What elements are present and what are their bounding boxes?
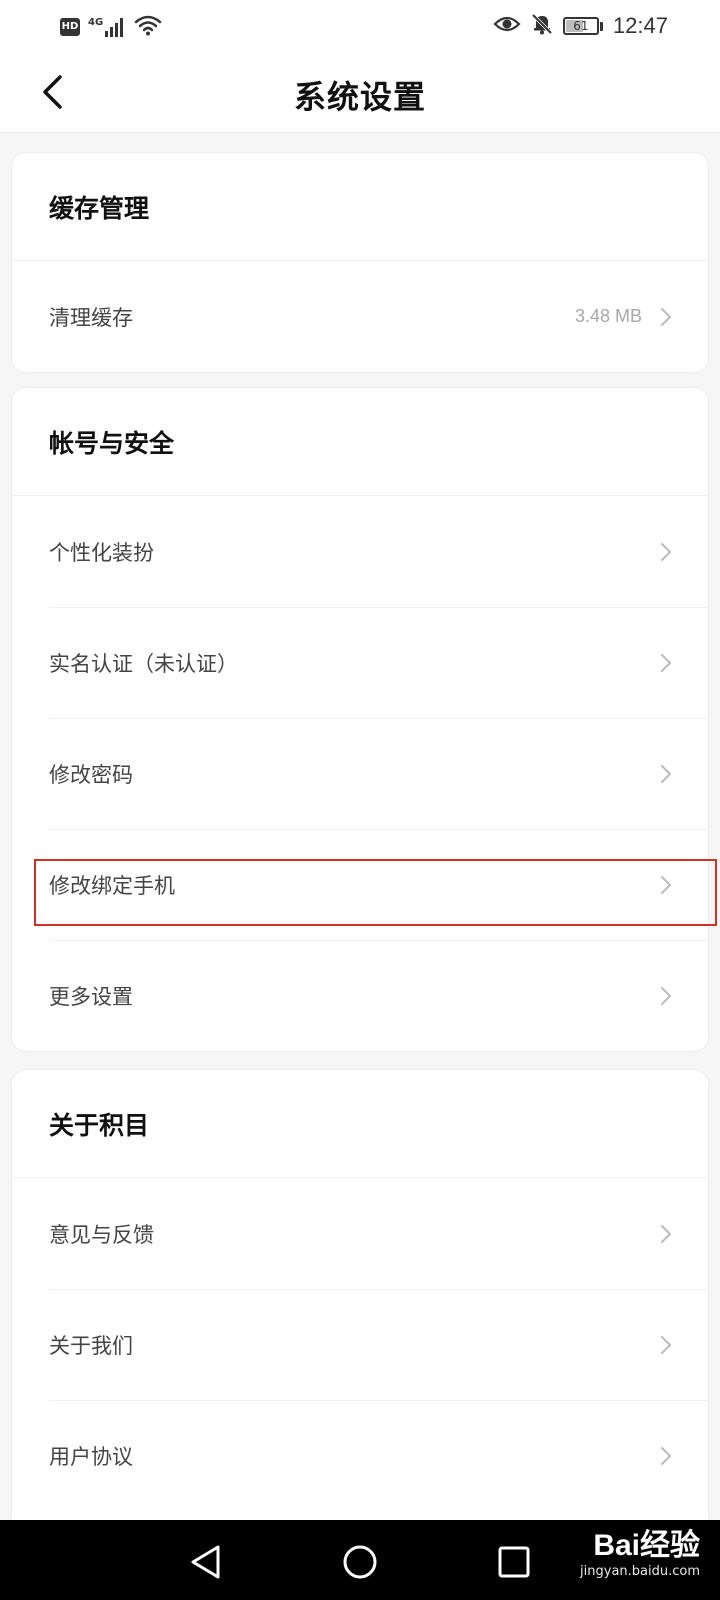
watermark-logo: Bai经验	[593, 1529, 700, 1562]
nav-bar: 系统设置	[0, 52, 720, 133]
row-clear-cache[interactable]: 清理缓存 3.48 MB	[12, 261, 708, 372]
row-label: 修改绑定手机	[49, 873, 175, 898]
section-title: 关于积目	[12, 1070, 708, 1178]
row-label: 更多设置	[49, 984, 133, 1009]
baidu-jingyan-watermark: Bai经验 jingyan.baidu.com	[580, 1528, 700, 1580]
signal-icon: 4G	[88, 17, 126, 37]
row-personalization[interactable]: 个性化装扮	[12, 496, 708, 607]
section-cache: 缓存管理 清理缓存 3.48 MB	[12, 153, 708, 372]
row-label: 个性化装扮	[49, 540, 154, 565]
row-change-password[interactable]: 修改密码	[12, 718, 708, 829]
chevron-right-icon	[658, 1446, 674, 1466]
row-more-settings[interactable]: 更多设置	[12, 940, 708, 1051]
row-change-bound-phone[interactable]: 修改绑定手机	[12, 829, 708, 940]
hd-badge: HD	[60, 18, 80, 36]
battery-body: 61	[562, 17, 599, 35]
row-about-us[interactable]: 关于我们	[12, 1289, 708, 1400]
status-bar: HD 4G 61 12:47	[0, 0, 720, 52]
triangle-back-icon	[191, 1545, 220, 1579]
wifi-icon	[134, 14, 162, 40]
eye-icon	[493, 14, 521, 38]
row-label: 意见与反馈	[49, 1222, 154, 1247]
nav-home-button[interactable]	[338, 1540, 382, 1584]
row-label: 实名认证（未认证）	[49, 651, 238, 676]
chevron-right-icon	[658, 653, 674, 673]
battery-icon: 61	[562, 17, 603, 35]
chevron-right-icon	[658, 542, 674, 562]
bell-off-icon	[531, 13, 553, 39]
section-account-security: 帐号与安全 个性化装扮 实名认证（未认证） 修改密码 修改绑定手机 更多设置	[12, 388, 708, 1051]
chevron-right-icon	[658, 307, 674, 327]
section-title: 缓存管理	[12, 153, 708, 261]
nav-recents-button[interactable]	[492, 1540, 536, 1584]
system-nav-bar: Bai经验 jingyan.baidu.com	[0, 1520, 720, 1600]
row-label: 关于我们	[49, 1333, 133, 1358]
battery-tip	[599, 21, 603, 31]
network-type-label: 4G	[88, 17, 104, 28]
page-title: 系统设置	[293, 78, 426, 116]
cache-size-value: 3.48 MB	[574, 306, 642, 326]
row-label: 用户协议	[49, 1444, 133, 1469]
chevron-right-icon	[658, 1224, 674, 1244]
row-label: 修改密码	[49, 762, 133, 787]
chevron-right-icon	[658, 875, 674, 895]
row-label: 清理缓存	[49, 305, 133, 330]
status-right: 61 12:47	[493, 13, 668, 39]
row-feedback[interactable]: 意见与反馈	[12, 1178, 708, 1289]
chevron-right-icon	[658, 764, 674, 784]
battery-level: 61	[573, 19, 589, 33]
chevron-right-icon	[658, 986, 674, 1006]
square-recents-icon	[498, 1546, 530, 1578]
circle-home-icon	[343, 1545, 377, 1579]
chevron-right-icon	[658, 1335, 674, 1355]
nav-back-button[interactable]	[184, 1540, 228, 1584]
clock: 12:47	[612, 13, 668, 38]
section-about: 关于积目 意见与反馈 关于我们 用户协议	[12, 1070, 708, 1530]
section-title: 帐号与安全	[12, 388, 708, 496]
row-real-name-verification[interactable]: 实名认证（未认证）	[12, 607, 708, 718]
status-left: HD 4G	[60, 14, 162, 40]
row-user-agreement[interactable]: 用户协议	[12, 1400, 708, 1511]
watermark-url: jingyan.baidu.com	[580, 1564, 700, 1579]
